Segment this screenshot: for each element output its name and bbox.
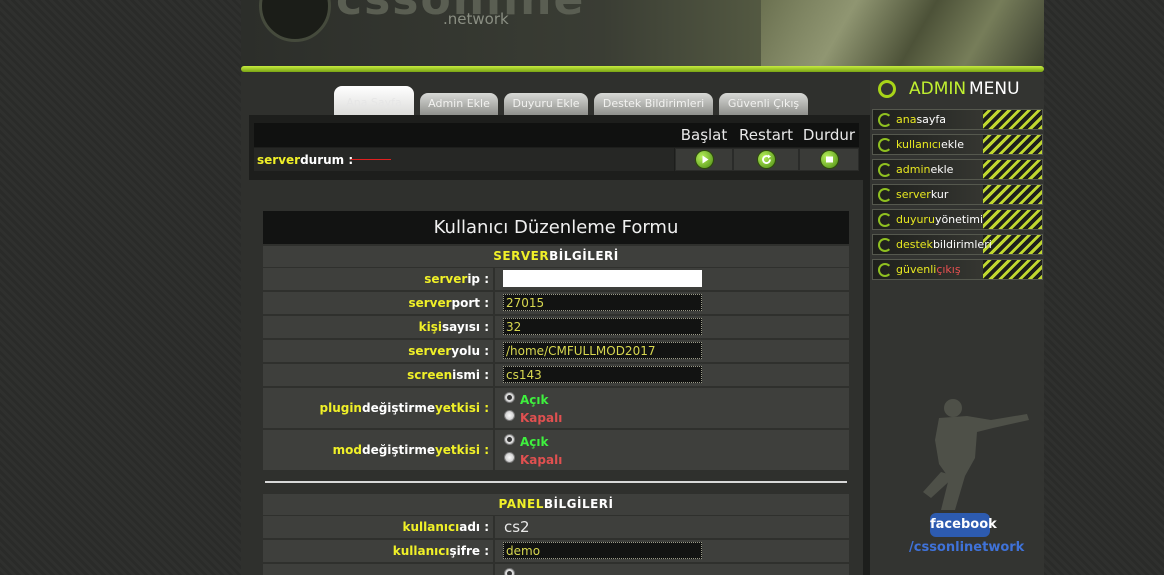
server-status-row: serverdurum : [254,148,674,171]
swirl-icon [878,188,892,202]
swirl-icon [878,263,892,277]
restart-label: Restart [739,126,793,144]
mod-permission-label: mod değiştirme yetkisi : [263,430,495,470]
mod-closed-radio[interactable] [504,452,515,463]
facebook-button[interactable]: facebook [930,513,997,537]
password-label: kullanıcı şifre : [263,540,495,562]
stop-button[interactable] [799,148,859,171]
server-ip-row: server ip : [263,268,849,290]
swirl-icon [878,213,892,227]
screen-name-row: screen ismi : [263,364,849,386]
form-title: Kullanıcı Düzenleme Formu [263,211,849,244]
stop-label: Durdur [802,126,856,144]
mod-open-radio[interactable] [504,434,515,445]
menu-item-label: anasayfa [896,113,947,126]
stop-icon [820,151,838,168]
next-permission-label [263,564,495,575]
logo-emblem [259,0,331,42]
menu-item-kullanici-ekle[interactable]: kullanıcıekle [872,134,1043,155]
swirl-icon [878,80,896,98]
mod-permission-row: mod değiştirme yetkisi : Açık Kapalı [263,430,849,470]
plugin-closed-label: Kapalı [520,411,563,425]
panel-info-heading: PANELBİLGİLERİ [263,494,849,515]
username-label: kullanıcı adı : [263,516,495,538]
menu-item-duyuru-yonetimi[interactable]: duyuruyönetimi [872,209,1043,230]
plugin-open-radio[interactable] [504,392,515,403]
swirl-icon [878,113,892,127]
server-status-indicator [351,159,391,160]
restart-button[interactable] [733,148,799,171]
logo-subtitle: .network [443,10,509,28]
username-value: cs2 [504,518,530,536]
mod-closed-label: Kapalı [520,453,563,467]
server-port-row: server port : [263,292,849,314]
refresh-icon [757,151,775,168]
start-label: Başlat [680,126,728,144]
server-ip-input[interactable] [503,270,702,287]
tab-ana-sayfa[interactable]: Ana Sayfa [334,86,414,115]
menu-item-admin-ekle[interactable]: adminekle [872,159,1043,180]
menu-item-anasayfa[interactable]: anasayfa [872,109,1043,130]
tab-destek-bildirimleri[interactable]: Destek Bildirimleri [594,93,713,115]
next-permission-row [263,564,849,575]
menu-item-label: kullanıcıekle [896,138,964,151]
menu-item-server-kur[interactable]: serverkur [872,184,1043,205]
server-port-input[interactable] [503,294,702,311]
server-ip-label: server ip : [263,268,495,290]
plugin-open-label: Açık [520,393,549,407]
username-row: kullanıcı adı : cs2 [263,516,849,538]
swirl-icon [878,138,892,152]
soldier-silhouette [923,399,1029,510]
menu-item-label: güvenliçıkış [896,263,961,276]
slots-row: kişi sayısı : [263,316,849,338]
server-path-label: server yolu : [263,340,495,362]
server-status-label: serverdurum : [257,153,354,167]
next-open-radio[interactable] [504,568,515,575]
section-divider [263,470,849,494]
swirl-icon [878,238,892,252]
plugin-permission-label: plugin değiştirme yetkisi : [263,388,495,428]
tab-admin-ekle[interactable]: Admin Ekle [420,93,498,115]
plugin-closed-radio[interactable] [504,410,515,421]
menu-item-label: duyuruyönetimi [896,213,984,226]
menu-item-label: destekbildirimleri [896,238,992,251]
header-artwork [761,0,1044,66]
screen-name-input[interactable] [503,366,702,383]
swirl-icon [878,163,892,177]
server-port-label: server port : [263,292,495,314]
screen-name-label: screen ismi : [263,364,495,386]
server-path-row: server yolu : [263,340,849,362]
server-info-heading: SERVERBİLGİLERİ [263,246,849,267]
facebook-link[interactable]: /cssonlinetwork [909,540,1024,555]
server-path-input[interactable] [503,342,702,359]
slots-label: kişi sayısı : [263,316,495,338]
start-button[interactable] [675,148,733,171]
slots-input[interactable] [503,318,702,335]
menu-item-destek-bildirimleri[interactable]: destekbildirimleri [872,234,1043,255]
play-icon [695,151,713,168]
mod-open-label: Açık [520,435,549,449]
menu-item-guvenli-cikis[interactable]: güvenliçıkış [872,259,1043,280]
plugin-permission-row: plugin değiştirme yetkisi : Açık Kapalı [263,388,849,428]
password-row: kullanıcı şifre : [263,540,849,562]
site-header: cssonline .network [241,0,1044,66]
password-input[interactable] [503,542,702,559]
menu-item-label: adminekle [896,163,954,176]
tab-guvenli-cikis[interactable]: Güvenli Çıkış [719,93,808,115]
menu-item-label: serverkur [896,188,949,201]
tab-duyuru-ekle[interactable]: Duyuru Ekle [504,93,588,115]
